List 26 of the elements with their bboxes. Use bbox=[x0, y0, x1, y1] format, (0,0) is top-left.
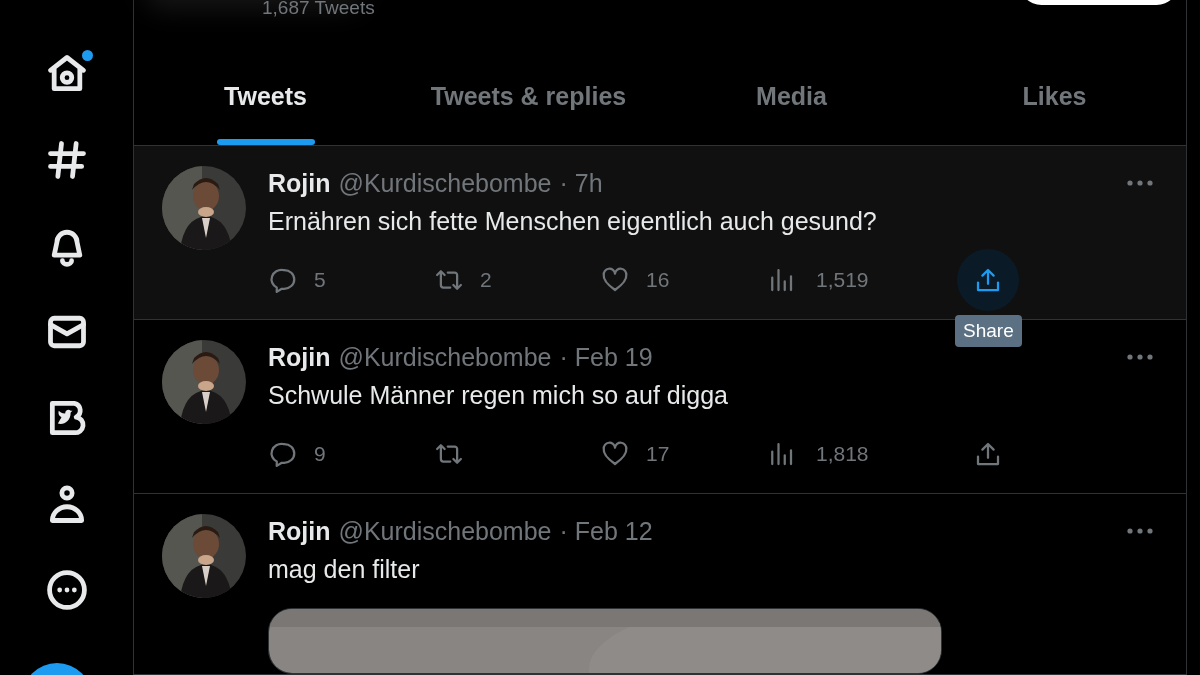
more-icon[interactable] bbox=[44, 568, 89, 612]
tweet-text: Schwule Männer regen mich so auf digga bbox=[268, 380, 729, 411]
profile-tab[interactable]: Tweets bbox=[224, 77, 307, 139]
tweet-text: Ernähren sich fette Menschen eigentlich auch gesund? bbox=[268, 206, 878, 237]
author-handle: @Kurdischebombe bbox=[338, 516, 552, 547]
retweet-count: 2 bbox=[480, 267, 492, 293]
view-count: 1,818 bbox=[816, 441, 869, 467]
tweet-count: 1,687 Tweets bbox=[262, 0, 375, 19]
profile-tab[interactable]: Media bbox=[756, 77, 827, 139]
author-name: Rojin bbox=[268, 516, 331, 547]
reply-count: 5 bbox=[314, 267, 326, 293]
reply-count: 9 bbox=[314, 441, 326, 467]
more-options-icon[interactable] bbox=[1126, 527, 1154, 535]
tweet-text: mag den filter bbox=[268, 554, 421, 585]
like-count: 17 bbox=[646, 441, 670, 467]
share-tooltip: Share bbox=[955, 314, 1022, 347]
view-count: 1,519 bbox=[816, 267, 869, 293]
more-options-icon[interactable] bbox=[1126, 353, 1154, 361]
like-count: 16 bbox=[646, 267, 670, 293]
timestamp: · 7h bbox=[559, 168, 603, 199]
author-name: Rojin bbox=[268, 168, 331, 199]
more-options-icon[interactable] bbox=[1126, 179, 1154, 187]
profile-tab[interactable]: Tweets & replies bbox=[430, 77, 627, 139]
timestamp: · Feb 12 bbox=[559, 516, 653, 547]
profile-tab[interactable]: Likes bbox=[1022, 77, 1087, 139]
author-handle: @Kurdischebombe bbox=[338, 168, 552, 199]
